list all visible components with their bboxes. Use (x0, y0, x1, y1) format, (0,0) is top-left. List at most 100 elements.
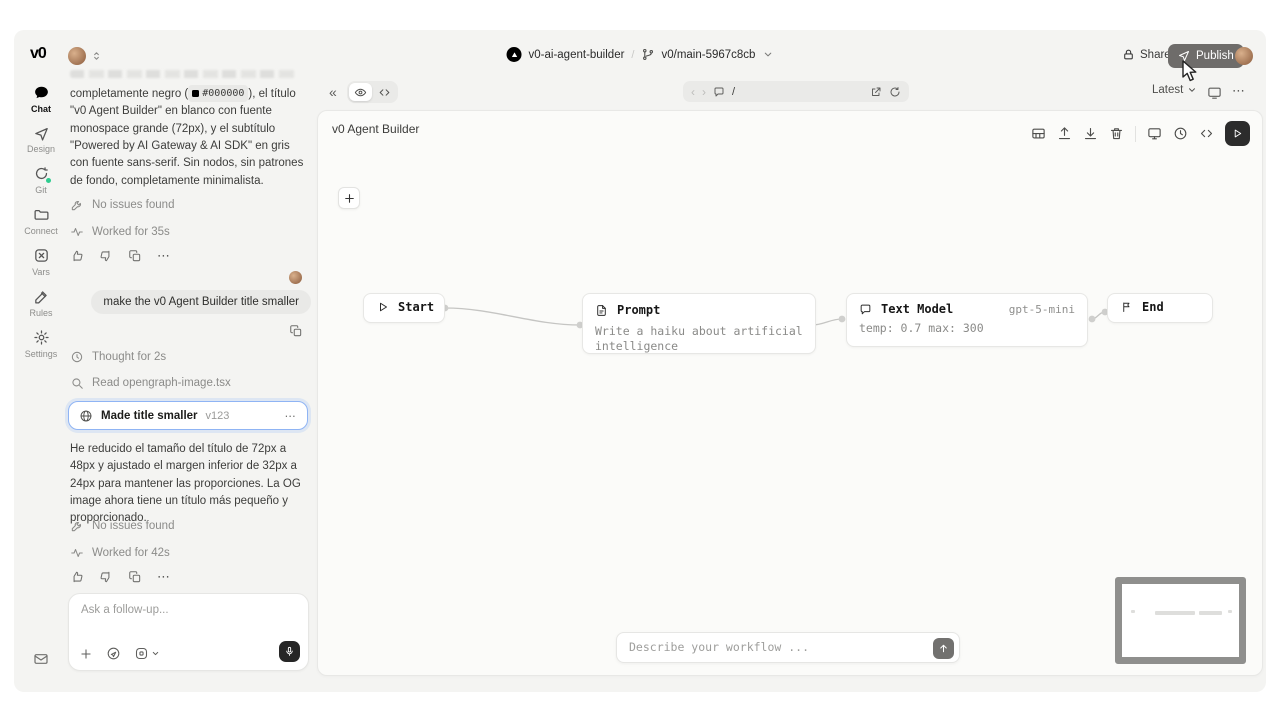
device-preview-icon[interactable] (1207, 85, 1222, 100)
assistant-text: completamente negro ( (70, 88, 188, 100)
preview-path: / (732, 86, 863, 98)
sidebar-item-design[interactable]: Design (10, 124, 72, 154)
attach-plus-icon[interactable] (79, 647, 93, 661)
publish-button[interactable]: Publish (1168, 44, 1244, 68)
issues-status[interactable]: No issues found (70, 198, 174, 212)
lock-icon (1122, 48, 1135, 61)
mic-icon (284, 646, 295, 657)
node-end[interactable]: End (1107, 293, 1213, 323)
publish-label: Publish (1196, 50, 1234, 62)
activity-icon (70, 546, 84, 560)
followup-input[interactable] (81, 604, 281, 616)
search-icon (70, 376, 84, 390)
branch-name: v0/main-5967c8cb (661, 49, 755, 61)
git-status-dot (46, 178, 51, 183)
composer-tools (79, 646, 160, 661)
workspace-switcher-icon[interactable] (91, 49, 102, 63)
feedback-mail-icon[interactable] (33, 651, 49, 667)
thumbs-up-icon[interactable] (70, 249, 84, 263)
sidebar-item-rules[interactable]: Rules (10, 288, 72, 318)
assistant-message-1: completamente negro (#000000), el título… (70, 85, 308, 190)
more-actions-icon[interactable]: ⋯ (157, 248, 171, 264)
copy-icon[interactable] (128, 249, 142, 263)
node-start[interactable]: Start (363, 293, 445, 323)
node-text-model[interactable]: Text Model gpt-5-mini temp: 0.7 max: 300 (846, 293, 1088, 347)
preview-more-icon[interactable]: ⋯ (1232, 83, 1246, 99)
share-label: Share (1140, 49, 1171, 61)
v0-logo: v0 (30, 45, 46, 63)
node-prompt-body: Write a haiku about artificial intellige… (595, 324, 803, 353)
minimap-node (1199, 611, 1222, 615)
forward-icon[interactable]: › (702, 85, 706, 99)
version-card-title: Made title smaller (101, 410, 198, 422)
thought-label: Thought for 2s (92, 351, 166, 363)
issues-status-label: No issues found (92, 520, 174, 532)
sidebar-label-rules: Rules (29, 308, 52, 318)
sidebar-label-chat: Chat (31, 104, 51, 114)
thought-step[interactable]: Thought for 2s (70, 350, 166, 364)
document-icon (595, 304, 608, 317)
read-file-step[interactable]: Read opengraph-image.tsx (70, 376, 231, 390)
collapse-panel-icon[interactable]: « (329, 84, 337, 100)
copy-icon[interactable] (289, 324, 303, 338)
chat-panel: completamente negro (#000000), el título… (64, 64, 311, 720)
assistant-message-2: He reducido el tamaño del título de 72px… (70, 441, 308, 527)
node-prompt-title: Prompt (617, 303, 660, 317)
version-dropdown-label: Latest (1152, 84, 1183, 96)
source-select-icon[interactable] (134, 646, 160, 661)
comments-icon[interactable] (713, 86, 725, 98)
node-start-label: Start (398, 300, 434, 314)
sidebar-item-settings[interactable]: Settings (10, 329, 72, 359)
color-chip: #000000 (188, 85, 248, 102)
minimap-node (1155, 611, 1195, 615)
git-icon (33, 165, 50, 182)
back-icon[interactable]: ‹ (691, 85, 695, 99)
minimap-node (1228, 610, 1232, 613)
app: v0 v0-ai-agent-builder / v0/main-5967c8c… (0, 0, 1280, 720)
refresh-icon[interactable] (889, 86, 901, 98)
preview-eye-icon[interactable] (349, 83, 372, 101)
chat-icon (33, 84, 50, 101)
code-view-icon[interactable] (373, 83, 396, 101)
workflow-canvas[interactable]: v0 Agent Builder (317, 110, 1263, 676)
version-dropdown[interactable]: Latest (1152, 84, 1197, 96)
worked-status[interactable]: Worked for 35s (70, 225, 170, 239)
open-external-icon[interactable] (870, 86, 882, 98)
copy-icon[interactable] (128, 570, 142, 584)
workflow-submit-button[interactable] (933, 638, 954, 659)
share-button[interactable]: Share (1122, 48, 1171, 61)
thumbs-up-icon[interactable] (70, 570, 84, 584)
sidebar-item-chat[interactable]: Chat (10, 84, 72, 114)
connect-icon (33, 206, 50, 223)
worked-status[interactable]: Worked for 42s (70, 546, 170, 560)
sidebar-item-git[interactable]: Git (10, 165, 72, 195)
workflow-input[interactable] (629, 640, 909, 654)
send-to-icon[interactable] (106, 646, 121, 661)
issues-status-label: No issues found (92, 199, 174, 211)
voice-input-button[interactable] (279, 641, 300, 662)
user-avatar[interactable] (1235, 47, 1253, 65)
version-card[interactable]: Made title smaller v123 ⋯ (68, 401, 308, 430)
activity-icon (70, 225, 84, 239)
flag-icon (1121, 301, 1133, 313)
thumbs-down-icon[interactable] (99, 570, 113, 584)
node-prompt[interactable]: Prompt Write a haiku about artificial in… (582, 293, 816, 354)
settings-gear-icon (33, 329, 50, 346)
canvas-minimap[interactable] (1115, 577, 1246, 664)
worked-status-label: Worked for 35s (92, 226, 170, 238)
design-icon (33, 124, 50, 141)
version-card-more-icon[interactable]: ⋯ (285, 409, 298, 423)
workspace-avatar[interactable] (68, 47, 86, 65)
preview-url-bar[interactable]: ‹ › / (683, 81, 909, 102)
sidebar-item-vars[interactable]: Vars (10, 247, 72, 277)
worked-status-label: Worked for 42s (92, 547, 170, 559)
arrow-up-icon (938, 643, 949, 654)
project-breadcrumb[interactable]: v0-ai-agent-builder / v0/main-5967c8cb (507, 47, 774, 62)
thumbs-down-icon[interactable] (99, 249, 113, 263)
issues-status[interactable]: No issues found (70, 519, 174, 533)
workflow-prompt-bar[interactable] (616, 632, 960, 663)
more-actions-icon[interactable]: ⋯ (157, 569, 171, 585)
sidebar-item-connect[interactable]: Connect (10, 206, 72, 236)
user-message-avatar (289, 271, 302, 284)
chat-composer[interactable] (68, 593, 309, 671)
